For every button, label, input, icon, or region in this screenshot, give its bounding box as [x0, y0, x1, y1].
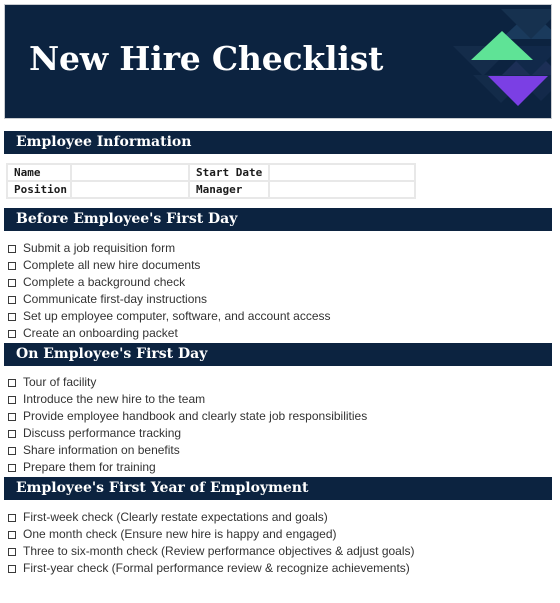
checkbox-icon[interactable]: [8, 244, 16, 253]
list-item-label: Prepare them for training: [23, 460, 156, 474]
list-item-label: First-week check (Clearly restate expect…: [23, 510, 328, 524]
list-item[interactable]: Prepare them for training: [8, 459, 367, 476]
list-item-label: Discuss performance tracking: [23, 426, 182, 440]
list-item-label: Three to six-month check (Review perform…: [23, 544, 415, 558]
list-item-label: Provide employee handbook and clearly st…: [23, 409, 368, 423]
list-item-label: Set up employee computer, software, and …: [23, 309, 331, 323]
list-item[interactable]: First-year check (Formal performance rev…: [8, 560, 415, 577]
page-title: New Hire Checklist: [29, 39, 384, 78]
list-item[interactable]: Three to six-month check (Review perform…: [8, 543, 415, 560]
checkbox-icon[interactable]: [8, 412, 16, 421]
field-value-name[interactable]: [70, 163, 190, 182]
checklist-first-year: First-week check (Clearly restate expect…: [8, 509, 415, 577]
list-item-label: Create an onboarding packet: [23, 326, 178, 340]
field-label-name: Name: [6, 163, 72, 182]
list-item-label: Introduce the new hire to the team: [23, 392, 206, 406]
field-value-position[interactable]: [70, 180, 190, 199]
section-header-before-first-day: Before Employee's First Day: [4, 208, 552, 231]
section-heading: On Employee's First Day: [16, 346, 208, 362]
checkbox-icon[interactable]: [8, 278, 16, 287]
list-item[interactable]: Submit a job requisition form: [8, 240, 331, 257]
list-item[interactable]: Share information on benefits: [8, 442, 367, 459]
green-triangle-icon: [471, 31, 533, 60]
checkbox-icon[interactable]: [8, 295, 16, 304]
list-item[interactable]: Complete a background check: [8, 274, 331, 291]
field-value-manager[interactable]: [268, 180, 416, 199]
list-item[interactable]: Tour of facility: [8, 374, 367, 391]
list-item-label: Communicate first-day instructions: [23, 292, 208, 306]
checkbox-icon[interactable]: [8, 378, 16, 387]
list-item[interactable]: Communicate first-day instructions: [8, 291, 331, 308]
field-label-manager: Manager: [188, 180, 270, 199]
list-item-label: Submit a job requisition form: [23, 241, 176, 255]
checkbox-icon[interactable]: [8, 564, 16, 573]
checkbox-icon[interactable]: [8, 547, 16, 556]
section-heading: Before Employee's First Day: [16, 211, 238, 227]
table-row: Name Start Date: [6, 163, 416, 182]
checkbox-icon[interactable]: [8, 261, 16, 270]
field-label-start-date: Start Date: [188, 163, 270, 182]
list-item-label: Complete all new hire documents: [23, 258, 201, 272]
list-item-label: One month check (Ensure new hire is happ…: [23, 527, 337, 541]
checkbox-icon[interactable]: [8, 429, 16, 438]
document-masthead: New Hire Checklist: [4, 4, 552, 119]
diamond-triangles-graphic: [453, 5, 551, 118]
checkbox-icon[interactable]: [8, 395, 16, 404]
list-item-label: Complete a background check: [23, 275, 186, 289]
section-heading: Employee's First Year of Employment: [16, 480, 309, 496]
section-heading: Employee Information: [16, 134, 192, 150]
checklist-before-first-day: Submit a job requisition form Complete a…: [8, 240, 331, 342]
checkbox-icon[interactable]: [8, 329, 16, 338]
checkbox-icon[interactable]: [8, 530, 16, 539]
checklist-document: New Hire Checklist Employee Information …: [0, 0, 560, 603]
list-item-label: First-year check (Formal performance rev…: [23, 561, 410, 575]
table-row: Position Manager: [6, 180, 416, 199]
field-label-position: Position: [6, 180, 72, 199]
checkbox-icon[interactable]: [8, 513, 16, 522]
list-item[interactable]: First-week check (Clearly restate expect…: [8, 509, 415, 526]
section-header-first-year: Employee's First Year of Employment: [4, 477, 552, 500]
section-header-employee-information: Employee Information: [4, 131, 552, 154]
list-item-label: Share information on benefits: [23, 443, 180, 457]
checkbox-icon[interactable]: [8, 312, 16, 321]
checkbox-icon[interactable]: [8, 463, 16, 472]
section-header-on-first-day: On Employee's First Day: [4, 343, 552, 366]
checkbox-icon[interactable]: [8, 446, 16, 455]
list-item[interactable]: One month check (Ensure new hire is happ…: [8, 526, 415, 543]
checklist-on-first-day: Tour of facility Introduce the new hire …: [8, 374, 367, 476]
list-item[interactable]: Create an onboarding packet: [8, 325, 331, 342]
list-item[interactable]: Discuss performance tracking: [8, 425, 367, 442]
list-item[interactable]: Set up employee computer, software, and …: [8, 308, 331, 325]
list-item[interactable]: Complete all new hire documents: [8, 257, 331, 274]
purple-triangle-icon: [488, 76, 548, 106]
list-item[interactable]: Provide employee handbook and clearly st…: [8, 408, 367, 425]
list-item-label: Tour of facility: [23, 375, 97, 389]
list-item[interactable]: Introduce the new hire to the team: [8, 391, 367, 408]
field-value-start-date[interactable]: [268, 163, 416, 182]
employee-information-table: Name Start Date Position Manager: [6, 163, 416, 199]
